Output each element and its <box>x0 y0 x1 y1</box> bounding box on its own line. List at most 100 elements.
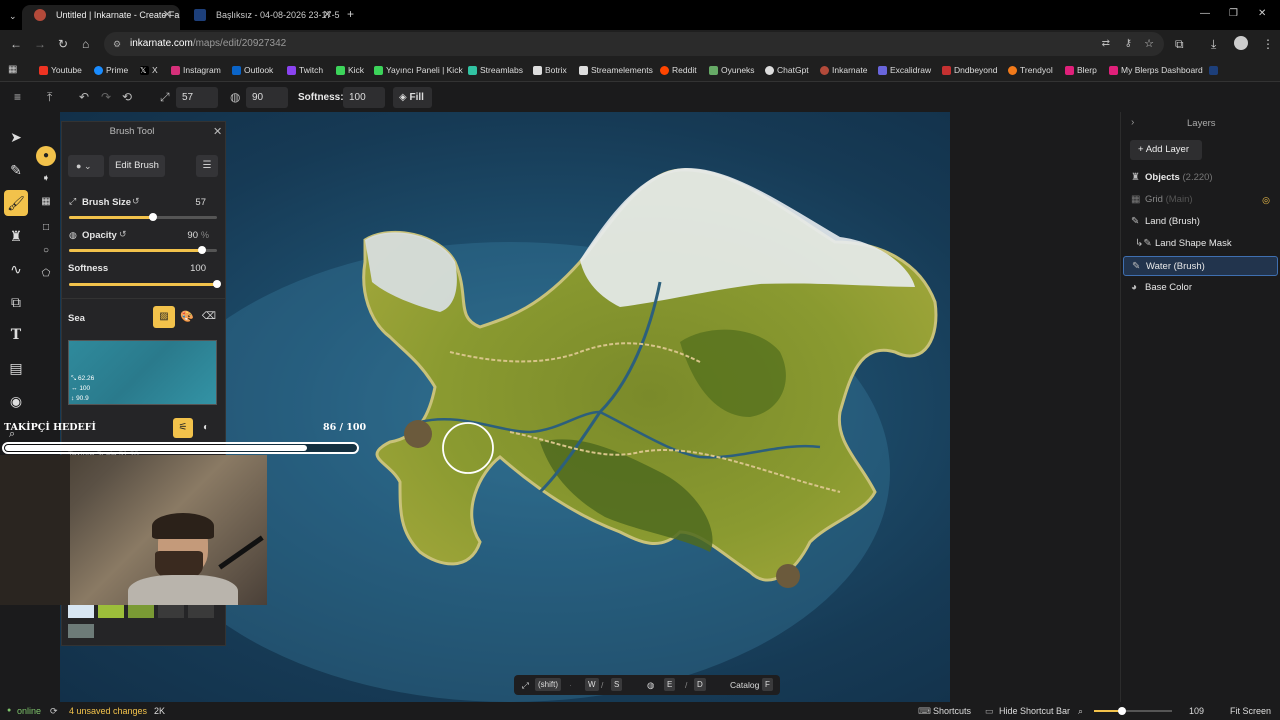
bookmark-instagram[interactable]: Instagram <box>171 63 221 77</box>
history-icon[interactable]: ⟲ <box>122 89 132 105</box>
unsaved-changes[interactable]: 4 unsaved changes <box>69 702 147 720</box>
site-info-icon[interactable]: ⚙ <box>113 32 121 56</box>
tab-list-chevron-icon[interactable]: ⌄ <box>9 8 17 24</box>
url-field[interactable]: ⚙ inkarnate.com/maps/edit/20927342 ⇄ ⚷ ☆ <box>104 32 1164 56</box>
bookmark-twitch[interactable]: Twitch <box>287 63 323 77</box>
close-tab-icon[interactable]: ✕ <box>323 5 332 25</box>
brush-size-slider-knob[interactable] <box>149 213 158 221</box>
swatch-6[interactable] <box>68 624 94 638</box>
texture-pattern-icon[interactable]: ▨ <box>153 306 175 328</box>
brush-preset-dropdown[interactable]: ● ⌄ <box>68 155 104 177</box>
brush-size-input[interactable]: 57 <box>176 87 218 108</box>
circle-shape-icon[interactable]: ○ <box>36 241 56 261</box>
bookmark-x[interactable]: 𝕏X <box>140 63 158 77</box>
search-icon[interactable]: ⌕ <box>9 428 15 441</box>
bookmark-inkarnate[interactable]: Inkarnate <box>820 63 867 77</box>
palette-icon[interactable]: 🎨 <box>176 306 198 328</box>
tab-photoshop[interactable]: Başlıksız - 04-08-2026 23-17-5 ✕ <box>182 5 340 30</box>
close-panel-icon[interactable]: ✕ <box>213 125 222 138</box>
password-key-icon[interactable]: ⚷ <box>1125 32 1132 56</box>
opacity-slider[interactable] <box>69 246 217 254</box>
opacity-input[interactable]: 90 <box>246 87 288 108</box>
globe-tool-icon[interactable]: ◉ <box>4 388 28 414</box>
swatch-2[interactable] <box>98 604 124 618</box>
zoom-slider-knob[interactable] <box>1118 707 1126 715</box>
bookmark-dndbeyond[interactable]: Dndbeyond <box>942 63 997 77</box>
bookmark-blerp[interactable]: Blerp <box>1065 63 1097 77</box>
catalog-label[interactable]: Catalog <box>730 675 759 695</box>
bookmark-yayinci-paneli[interactable]: Yayıncı Paneli | Kick <box>374 63 463 77</box>
softness-value[interactable]: 100 <box>182 263 206 274</box>
select-tool-icon[interactable]: ➤ <box>4 124 28 150</box>
brush-settings-icon[interactable]: ☰ <box>196 155 218 177</box>
softness-slider-knob[interactable] <box>213 280 221 288</box>
layer-base-color[interactable]: ◕ Base Color <box>1123 278 1278 298</box>
hide-shortcut-bar-button[interactable]: Hide Shortcut Bar <box>999 702 1070 720</box>
zoom-slider[interactable] <box>1094 707 1172 715</box>
close-tab-icon[interactable]: ✕ <box>163 5 172 25</box>
bookmark-reddit[interactable]: Reddit <box>660 63 697 77</box>
tab-inkarnate[interactable]: Untitled | Inkarnate - Create Fa ✕ <box>22 5 180 30</box>
eraser-icon[interactable]: ⌫ <box>198 306 220 328</box>
bookmark-streamelements[interactable]: Streamelements <box>579 63 653 77</box>
back-icon[interactable]: ← <box>10 36 22 52</box>
resolution-badge[interactable]: 2K <box>154 702 165 720</box>
layer-grid[interactable]: ▦ Grid (Main) ◎ <box>1123 190 1278 210</box>
layers-tool-icon[interactable]: ⧉ <box>4 289 28 315</box>
bookmark-chatgpt[interactable]: ChatGpt <box>765 63 809 77</box>
bookmark-outlook[interactable]: Outlook <box>232 63 273 77</box>
layer-objects[interactable]: ♜ Objects (2.220) <box>1123 168 1278 188</box>
text-tool-icon[interactable]: T <box>4 322 28 348</box>
round-brush-icon[interactable]: ● <box>36 146 56 166</box>
new-tab-icon[interactable]: + <box>347 6 354 22</box>
softness-input[interactable]: 100 <box>343 87 385 108</box>
texture-palette-icon[interactable]: ◐ <box>196 418 216 438</box>
bookmark-excalidraw[interactable]: Excalidraw <box>878 63 931 77</box>
bookmark-youtube[interactable]: Youtube <box>39 63 82 77</box>
close-window-icon[interactable]: ✕ <box>1258 6 1266 22</box>
add-layer-button[interactable]: + Add Layer <box>1130 140 1202 160</box>
bookmark-botrix[interactable]: Botrix <box>533 63 567 77</box>
bookmark-photoshop[interactable] <box>1209 63 1221 77</box>
arrow-brush-icon[interactable]: ➧ <box>36 169 56 189</box>
export-icon[interactable]: ⤒ <box>47 89 52 105</box>
extensions-icon[interactable]: ⧉ <box>1175 36 1184 52</box>
brush-size-value[interactable]: 57 <box>182 197 206 208</box>
brush-tool-icon[interactable]: 🖌 <box>4 190 28 216</box>
bookmark-oyuneks[interactable]: Oyuneks <box>709 63 755 77</box>
swatch-3[interactable] <box>128 604 154 618</box>
softness-slider[interactable] <box>69 280 221 288</box>
reload-icon[interactable]: ↻ <box>58 36 68 52</box>
home-icon[interactable]: ⌂ <box>82 36 89 52</box>
swatch-5[interactable] <box>188 604 214 618</box>
grid-brush-icon[interactable]: ▦ <box>36 192 56 212</box>
restore-icon[interactable]: ❐ <box>1229 6 1238 22</box>
swatch-1[interactable] <box>68 604 94 618</box>
reset-size-icon[interactable]: ↺ <box>132 196 140 207</box>
collapse-panel-chevron-icon[interactable]: › <box>1131 117 1134 128</box>
square-shape-icon[interactable]: □ <box>36 218 56 238</box>
bookmark-my-blerps[interactable]: My Blerps Dashboard <box>1109 63 1203 77</box>
bookmark-kick[interactable]: Kick <box>336 63 364 77</box>
bookmark-prime[interactable]: Prime <box>94 63 128 77</box>
object-tower-icon[interactable]: ♜ <box>4 223 28 249</box>
translate-icon[interactable]: ⇄ <box>1102 32 1110 56</box>
pentagon-shape-icon[interactable]: ⬠ <box>36 264 56 284</box>
layer-land-shape-mask[interactable]: ↳✎ Land Shape Mask <box>1123 234 1278 254</box>
minimize-icon[interactable]: — <box>1200 6 1210 22</box>
profile-avatar[interactable] <box>1234 36 1248 50</box>
redo-icon[interactable]: ↷ <box>101 89 111 105</box>
texture-adjust-icon[interactable]: ⚟ <box>173 418 193 438</box>
hamburger-menu-icon[interactable]: ≡ <box>14 89 21 105</box>
layer-land-brush[interactable]: ✎ Land (Brush) <box>1123 212 1278 232</box>
opacity-slider-knob[interactable] <box>198 246 207 254</box>
swatch-4[interactable] <box>158 604 184 618</box>
path-tool-icon[interactable]: ∿ <box>4 256 28 282</box>
stamp-tool-icon[interactable]: ✎ <box>4 157 28 183</box>
bookmark-star-icon[interactable]: ☆ <box>1144 32 1154 56</box>
reset-opacity-icon[interactable]: ↺ <box>119 229 127 240</box>
zoom-value[interactable]: 109 <box>1189 702 1204 720</box>
fit-screen-button[interactable]: Fit Screen <box>1230 702 1271 720</box>
opacity-value[interactable]: 90 <box>174 230 198 241</box>
layer-water-brush[interactable]: ✎ Water (Brush) <box>1123 256 1278 276</box>
